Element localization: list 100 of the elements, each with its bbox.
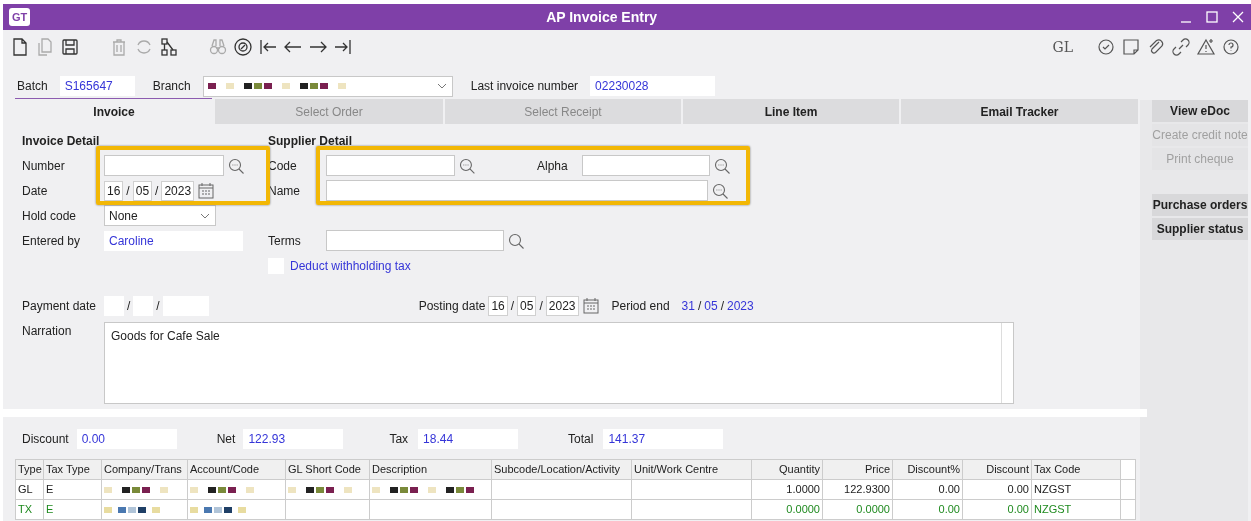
total-label: Total	[568, 431, 594, 448]
total-field: 141.37	[603, 429, 724, 449]
last-invoice-label: Last invoice number	[470, 78, 579, 95]
total-label: Net	[216, 431, 236, 448]
column-header[interactable]: Discount%	[892, 459, 963, 480]
window-title: AP Invoice Entry	[545, 7, 659, 27]
text-field[interactable]	[104, 155, 224, 176]
table-cell: GL	[15, 479, 44, 500]
total-label: Discount	[22, 431, 69, 448]
branch-dropdown[interactable]	[202, 75, 453, 97]
table-cell: NZGST	[1031, 499, 1121, 520]
total-label: Tax	[389, 431, 409, 448]
table-cell: 0.0000	[822, 499, 893, 520]
payment-date-label: Payment date	[22, 298, 98, 315]
date-separator: /	[719, 298, 725, 315]
column-header[interactable]: Subcode/Location/Activity	[491, 459, 632, 480]
date-part-field[interactable]: 05	[517, 296, 537, 316]
branch-label: Branch	[152, 78, 191, 95]
narration-text: Goods for Cafe Sale	[111, 329, 220, 343]
calendar-icon[interactable]	[197, 181, 216, 200]
hierarchy-icon[interactable]	[158, 36, 180, 58]
hold-code-label: Hold code	[22, 208, 77, 223]
column-header[interactable]: Account/Code	[187, 459, 286, 480]
hold-code-dropdown[interactable]: None	[104, 205, 216, 226]
date-part-field[interactable]: 16	[104, 180, 124, 201]
compass-icon[interactable]	[232, 36, 254, 58]
calendar-icon[interactable]	[581, 297, 600, 315]
check-circle-icon[interactable]	[1095, 36, 1117, 58]
date-separator: /	[696, 298, 703, 315]
tab[interactable]: Line Item	[683, 99, 901, 124]
close-icon[interactable]	[1231, 10, 1245, 24]
table-cell: 0.0000	[751, 499, 823, 520]
table-cell: 1.0000	[751, 479, 823, 500]
date-part-field[interactable]: 05	[132, 180, 153, 201]
table-cell: 0.00	[892, 499, 963, 520]
note-icon[interactable]	[1120, 36, 1142, 58]
table-cell: 0.00	[962, 479, 1032, 500]
search-icon[interactable]	[458, 156, 476, 175]
batch-field[interactable]: S165647	[59, 76, 135, 96]
search-icon[interactable]	[713, 156, 731, 175]
column-header[interactable]: Description	[369, 459, 492, 480]
period-end-part: 05	[704, 298, 718, 315]
date-part-field[interactable]: 16	[488, 296, 508, 316]
number-label: Number	[22, 158, 65, 173]
tab[interactable]: Email Tracker	[901, 99, 1140, 124]
warning-icon[interactable]	[1195, 36, 1217, 58]
table-cell: 0.00	[962, 499, 1032, 520]
column-header[interactable]: Tax Type	[43, 459, 102, 480]
search-icon[interactable]	[507, 231, 525, 250]
column-header[interactable]: Tax Code	[1031, 459, 1121, 480]
side-button[interactable]: Supplier status	[1152, 218, 1248, 240]
total-field: 18.44	[418, 429, 519, 449]
text-field[interactable]	[326, 180, 708, 201]
column-header[interactable]: Company/Trans	[101, 459, 188, 480]
total-field: 0.00	[76, 429, 177, 449]
app-logo: GT	[9, 8, 31, 26]
date-separator: /	[126, 298, 132, 315]
help-icon[interactable]	[1220, 36, 1242, 58]
total-field: 122.93	[243, 429, 344, 449]
narration-label: Narration	[22, 323, 73, 340]
last-invoice-field: 02230028	[590, 76, 716, 96]
save-icon[interactable]	[59, 36, 81, 58]
date-part-field[interactable]: 2023	[161, 180, 195, 201]
entered-by-field: Caroline	[104, 230, 243, 251]
search-icon[interactable]	[711, 181, 729, 200]
text-field[interactable]	[326, 230, 504, 251]
section-heading: Invoice Detail	[22, 133, 100, 148]
section-heading: Supplier Detail	[268, 133, 353, 148]
column-header[interactable]: GL Short Code	[285, 459, 370, 480]
date-separator: /	[538, 298, 544, 315]
gl-label: GL	[1052, 38, 1073, 57]
entered-by-label: Entered by	[22, 233, 81, 248]
column-header[interactable]: Quantity	[751, 459, 823, 480]
column-header[interactable]: Type	[15, 459, 44, 480]
column-header[interactable]: Discount	[962, 459, 1032, 480]
column-header[interactable]: Unit/Work Centre	[631, 459, 752, 480]
batch-label: Batch	[17, 78, 48, 95]
link-icon[interactable]	[1170, 36, 1192, 58]
period-end-label: Period end	[611, 298, 670, 315]
side-button[interactable]: Purchase orders	[1152, 194, 1248, 216]
table-cell: 122.9300	[822, 479, 893, 500]
text-field[interactable]	[326, 155, 456, 176]
date-separator: /	[509, 298, 516, 315]
table-cell: NZGST	[1031, 479, 1121, 500]
table-cell: E	[43, 499, 102, 520]
search-icon[interactable]	[227, 156, 245, 175]
table-cell: E	[43, 479, 102, 500]
date-label: Date	[22, 183, 48, 198]
posting-date-label: Posting date	[418, 298, 486, 315]
side-button[interactable]: View eDoc	[1152, 100, 1248, 122]
table-cell: 0.00	[892, 479, 963, 500]
alpha-label: Alpha	[537, 158, 568, 173]
column-header[interactable]: Price	[822, 459, 893, 480]
terms-label: Terms	[268, 233, 301, 248]
text-field[interactable]	[582, 155, 710, 176]
narration-field[interactable]: Goods for Cafe Sale	[104, 322, 1014, 404]
checkbox-label[interactable]: Deduct withholding tax	[290, 256, 411, 275]
date-part-field[interactable]: 2023	[545, 296, 579, 316]
maximize-icon[interactable]	[1205, 10, 1219, 24]
date-separator: /	[155, 298, 161, 315]
